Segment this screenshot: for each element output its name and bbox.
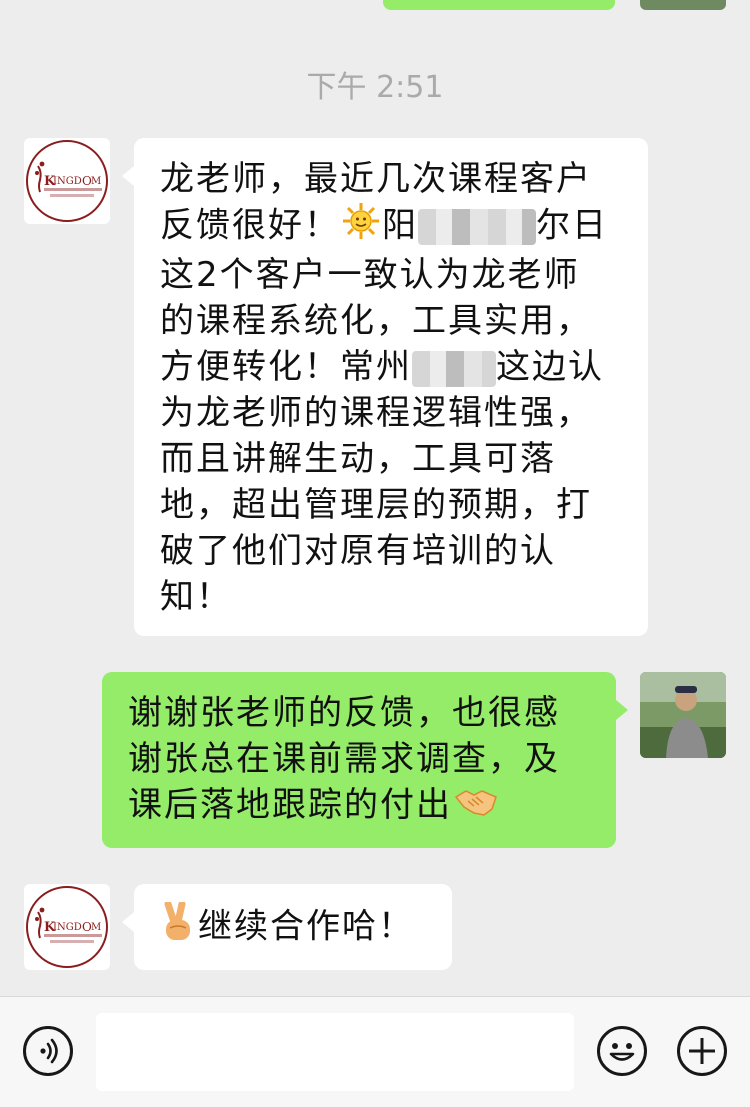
message-line: 方便转化！常州 这边认: [160, 347, 604, 387]
message-line: 地，超出管理层的预期，打: [160, 485, 592, 525]
message-line: 为龙老师的课程逻辑性强，: [160, 393, 592, 433]
svg-text:M: M: [91, 176, 101, 187]
plus-icon: [689, 1038, 715, 1064]
chat-area[interactable]: 下午 2:51 K INGD O M 龙老师，最近几次课程客户 反馈很好！阳尔日…: [0, 0, 750, 996]
victory-hand-emoji-icon: [160, 900, 196, 954]
message-line: 龙老师，最近几次课程客户: [160, 159, 592, 199]
message-timestamp: 下午 2:51: [306, 70, 444, 105]
voice-button[interactable]: [23, 1026, 73, 1076]
voice-icon: [40, 1038, 58, 1064]
message-line: 这2个客户一致认为龙老师: [160, 255, 580, 295]
input-bar: [0, 996, 750, 1107]
svg-text:M: M: [91, 922, 101, 933]
message-line: 谢张总在课前需求调查，及: [128, 739, 560, 779]
redacted-text: [412, 350, 496, 387]
previous-message-bubble[interactable]: [383, 0, 615, 10]
person-photo: [640, 672, 726, 758]
message-bubble-received[interactable]: 继续合作哈！: [122, 884, 452, 970]
kingdom-logo: K INGD O M: [26, 140, 108, 222]
contact-avatar[interactable]: K INGD O M: [24, 138, 110, 224]
svg-text:INGD: INGD: [53, 176, 82, 187]
message-line: 而且讲解生动，工具可落: [160, 439, 556, 479]
message-bubble-sent[interactable]: 谢谢张老师的反馈，也很感 谢张总在课前需求调查，及 课后落地跟踪的付出: [102, 672, 628, 848]
redacted-text: [418, 209, 536, 245]
svg-text:INGD: INGD: [53, 922, 82, 933]
more-button[interactable]: [677, 1026, 727, 1076]
emoji-icon: [609, 1043, 635, 1061]
handshake-emoji-icon: [454, 783, 498, 831]
message-line: 课后落地跟踪的付出: [128, 782, 590, 831]
message-line: 的课程系统化，工具实用，: [160, 301, 592, 341]
message-bubble-received[interactable]: 龙老师，最近几次课程客户 反馈很好！阳尔日 这2个客户一致认为龙老师 的课程系统…: [122, 138, 648, 636]
message-line: 反馈很好！阳尔日: [160, 202, 622, 252]
my-avatar[interactable]: [640, 672, 726, 758]
sun-emoji-icon: [342, 202, 380, 252]
message-line: 破了他们对原有培训的认: [160, 531, 556, 571]
emoji-button[interactable]: [597, 1026, 647, 1076]
kingdom-logo: K INGD O M: [26, 886, 108, 968]
message-input[interactable]: [96, 1013, 574, 1091]
message-line: 知！: [160, 577, 232, 617]
contact-avatar[interactable]: K INGD O M: [24, 884, 110, 970]
my-avatar-partial[interactable]: [640, 0, 726, 10]
message-line: 谢谢张老师的反馈，也很感: [128, 693, 560, 733]
